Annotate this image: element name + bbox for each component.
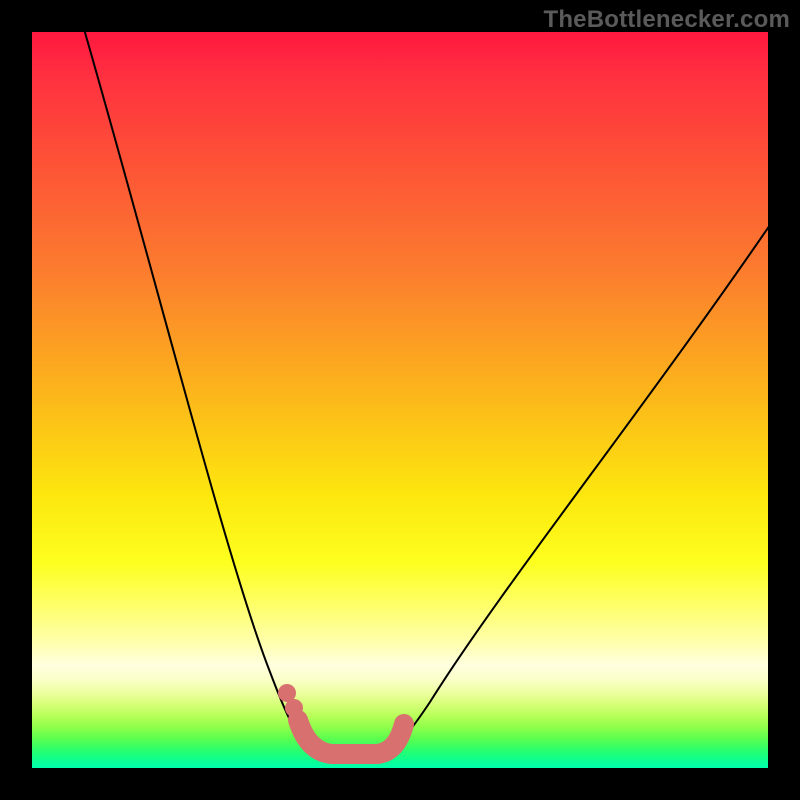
chart-container: TheBottlenecker.com: [0, 0, 800, 800]
marker-dot-2: [285, 699, 303, 717]
plot-area: [32, 32, 768, 768]
left-curve: [82, 32, 312, 752]
trough-marker: [298, 720, 404, 754]
curve-overlay: [32, 32, 768, 768]
right-curve: [387, 222, 768, 753]
watermark-text: TheBottlenecker.com: [543, 6, 790, 34]
